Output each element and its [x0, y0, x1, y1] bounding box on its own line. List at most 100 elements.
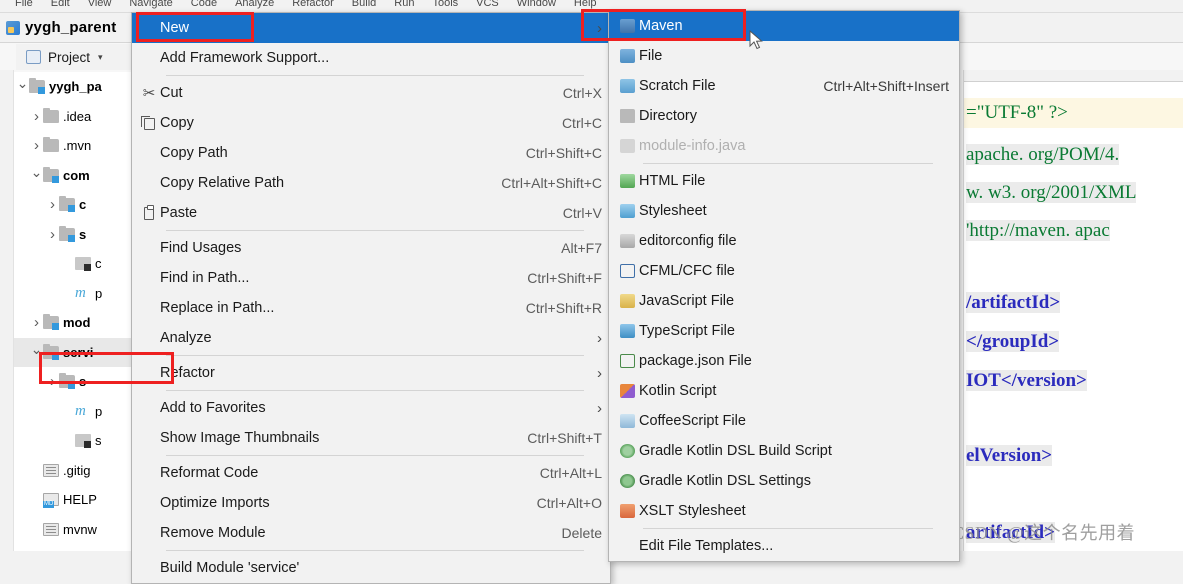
context-menu-item-shortcut: Ctrl+Shift+C	[525, 145, 602, 161]
code-text: apache. org/POM/4.	[966, 144, 1120, 165]
context-menu-item-shortcut: Ctrl+Shift+R	[525, 300, 602, 316]
context-menu-item-remove-module[interactable]: Remove Module Delete	[132, 518, 610, 548]
menubar-item-help[interactable]: Help	[565, 0, 606, 9]
new-submenu[interactable]: Maven File Scratch File Ctrl+Alt+Shift+Inse…	[608, 10, 960, 562]
context-menu-item-cut[interactable]: Cut Ctrl+X	[132, 78, 610, 108]
file-type-icon-slot	[615, 414, 639, 428]
chevron-right-icon[interactable]	[30, 315, 43, 330]
context-menu-item-add-to-favorites[interactable]: Add to Favorites ›	[132, 393, 610, 423]
menubar-item-view[interactable]: View	[79, 0, 121, 9]
menubar-item-tools[interactable]: Tools	[423, 0, 467, 9]
chevron-down-icon[interactable]	[16, 79, 29, 94]
menubar-item-file[interactable]: File	[6, 0, 42, 9]
context-menu-item-show-image-thumbnails[interactable]: Show Image Thumbnails Ctrl+Shift+T	[132, 423, 610, 453]
chevron-right-icon[interactable]	[30, 138, 43, 153]
chevron-right-icon[interactable]	[46, 374, 59, 389]
new-submenu-item-directory[interactable]: Directory	[609, 101, 959, 131]
context-menu-item-reformat-code[interactable]: Reformat Code Ctrl+Alt+L	[132, 458, 610, 488]
code-line: IOT</version>	[964, 366, 1183, 396]
menubar-item-vcs[interactable]: VCS	[467, 0, 508, 9]
submenu-chevron-right-icon: ›	[597, 364, 602, 382]
menubar-item-refactor[interactable]: Refactor	[283, 0, 343, 9]
ts-icon	[619, 324, 635, 338]
context-menu-item-refactor[interactable]: Refactor ›	[132, 358, 610, 388]
context-menu-item-replace-in-path[interactable]: Replace in Path... Ctrl+Shift+R	[132, 293, 610, 323]
folder-icon	[43, 107, 59, 123]
new-submenu-item-javascript-file[interactable]: JavaScript File	[609, 286, 959, 316]
new-submenu-item-stylesheet[interactable]: Stylesheet	[609, 196, 959, 226]
code-text: ="UTF-8" ?>	[966, 102, 1068, 123]
chevron-right-icon[interactable]	[46, 197, 59, 212]
project-tool-icon	[26, 50, 41, 64]
code-line: apache. org/POM/4.	[964, 140, 1183, 170]
editor-tab-strip[interactable]	[964, 70, 1183, 82]
code-editor[interactable]: ="UTF-8" ?> apache. org/POM/4. w. w3. org/…	[963, 70, 1183, 551]
context-menu-item-analyze[interactable]: Analyze ›	[132, 323, 610, 353]
tree-node-label: servi	[63, 344, 94, 360]
chevron-down-icon[interactable]	[30, 345, 43, 360]
menubar-item-code[interactable]: Code	[182, 0, 226, 9]
context-menu-item-paste[interactable]: Paste Ctrl+V	[132, 198, 610, 228]
context-menu-item-optimize-imports[interactable]: Optimize Imports Ctrl+Alt+O	[132, 488, 610, 518]
page-title: yygh_parent	[25, 19, 117, 36]
context-menu-item-label: Copy	[160, 115, 194, 131]
new-submenu-item-editorconfig-file[interactable]: editorconfig file	[609, 226, 959, 256]
code-text: /artifactId>	[966, 292, 1061, 313]
new-submenu-item-typescript-file[interactable]: TypeScript File	[609, 316, 959, 346]
context-menu-item-shortcut: Ctrl+Shift+F	[527, 270, 602, 286]
new-submenu-item-edit-file-templates[interactable]: Edit File Templates...	[609, 531, 959, 561]
context-menu-item-add-framework-support[interactable]: Add Framework Support...	[132, 43, 610, 73]
context-menu[interactable]: New › Add Framework Support... Cut Ctrl+X Cop…	[131, 12, 611, 584]
context-menu-item-label: New	[160, 20, 190, 36]
code-line: ="UTF-8" ?>	[964, 98, 1183, 128]
new-submenu-item-coffeescript-file[interactable]: CoffeeScript File	[609, 406, 959, 436]
context-menu-item-shortcut: Ctrl+Shift+T	[527, 430, 602, 446]
context-menu-item-copy-relative-path[interactable]: Copy Relative Path Ctrl+Alt+Shift+C	[132, 168, 610, 198]
chevron-down-icon[interactable]: ▾	[98, 52, 103, 63]
file-type-icon-slot	[615, 384, 639, 398]
context-menu-item-build-module--service[interactable]: Build Module 'service'	[132, 553, 610, 583]
chevron-right-icon[interactable]	[46, 227, 59, 242]
context-menu-item-label: Find in Path...	[160, 270, 250, 286]
tree-node-label: p	[95, 403, 103, 419]
tree-node-label: .mvn	[63, 138, 92, 154]
context-menu-item-find-in-path[interactable]: Find in Path... Ctrl+Shift+F	[132, 263, 610, 293]
new-submenu-item-file[interactable]: File	[609, 41, 959, 71]
folder-source-icon	[43, 314, 59, 331]
context-menu-item-copy-path[interactable]: Copy Path Ctrl+Shift+C	[132, 138, 610, 168]
new-submenu-item-cfml-cfc-file[interactable]: CFML/CFC file	[609, 256, 959, 286]
new-submenu-item-html-file[interactable]: HTML File	[609, 166, 959, 196]
watermark-text: CSDN @这个名先用着	[952, 523, 1136, 543]
context-menu-item-label: Paste	[160, 205, 198, 221]
paste-icon-wrap	[138, 205, 160, 220]
menubar-item-build[interactable]: Build	[343, 0, 385, 9]
new-submenu-item-scratch-file[interactable]: Scratch File Ctrl+Alt+Shift+Insert	[609, 71, 959, 101]
new-submenu-item-xslt-stylesheet[interactable]: XSLT Stylesheet	[609, 496, 959, 526]
file-icon	[619, 49, 635, 63]
new-submenu-item-kotlin-script[interactable]: Kotlin Script	[609, 376, 959, 406]
menubar-item-edit[interactable]: Edit	[42, 0, 79, 9]
menubar-item-navigate[interactable]: Navigate	[120, 0, 181, 9]
tree-node-label: yygh_pa	[49, 79, 102, 95]
new-submenu-item-gradle-kotlin-dsl-settings[interactable]: Gradle Kotlin DSL Settings	[609, 466, 959, 496]
chevron-down-icon[interactable]	[30, 168, 43, 183]
tree-node-label: com	[63, 167, 90, 183]
new-submenu-item-label: File	[639, 48, 663, 64]
tree-node-label: .idea	[63, 108, 92, 124]
menubar-item-window[interactable]: Window	[508, 0, 565, 9]
new-submenu-item-package-json-file[interactable]: package.json File	[609, 346, 959, 376]
new-submenu-item-gradle-kotlin-dsl-build-script[interactable]: Gradle Kotlin DSL Build Script	[609, 436, 959, 466]
menubar-item-analyze[interactable]: Analyze	[226, 0, 283, 9]
menubar-item-run[interactable]: Run	[385, 0, 423, 9]
context-menu-item-find-usages[interactable]: Find Usages Alt+F7	[132, 233, 610, 263]
context-menu-item-shortcut: Ctrl+Alt+O	[536, 495, 602, 511]
context-menu-item-label: Analyze	[160, 330, 212, 346]
cfml-icon	[619, 264, 635, 278]
java-file-icon	[75, 257, 91, 272]
new-submenu-item-maven[interactable]: Maven	[609, 11, 959, 41]
chevron-right-icon[interactable]	[30, 109, 43, 124]
context-menu-item-new[interactable]: New ›	[132, 13, 610, 43]
pkg-icon	[619, 354, 635, 368]
context-menu-item-copy[interactable]: Copy Ctrl+C	[132, 108, 610, 138]
tool-window-label: Project	[48, 49, 91, 65]
